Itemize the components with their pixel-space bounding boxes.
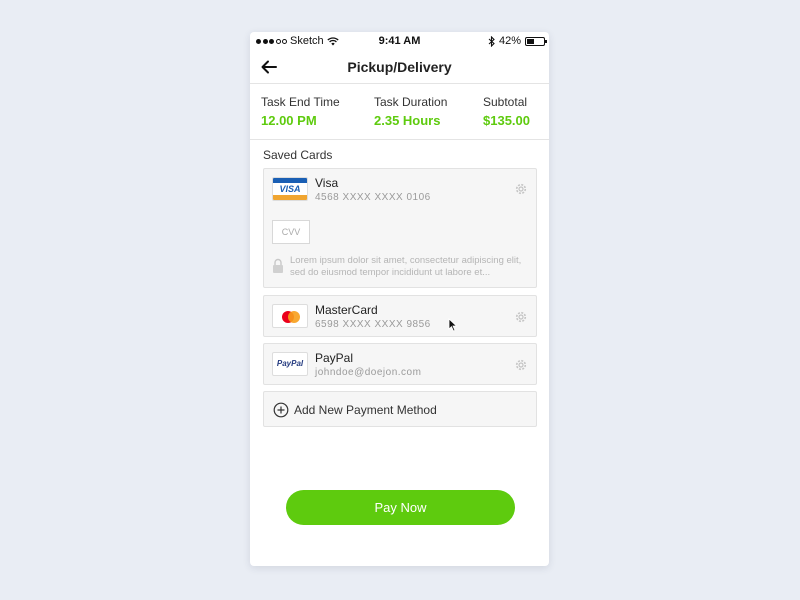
summary-label: Task End Time (261, 95, 340, 109)
order-summary: Task End Time 12.00 PM Task Duration 2.3… (250, 84, 549, 140)
cvv-input[interactable]: CVV (272, 220, 310, 244)
card-mastercard[interactable]: MasterCard 6598 XXXX XXXX 9856 (263, 295, 537, 337)
visa-logo-top-stripe (273, 178, 307, 183)
visa-logo-text: VISA (279, 184, 301, 194)
lock-icon (273, 258, 283, 273)
gear-icon[interactable] (514, 310, 528, 324)
gear-icon[interactable] (514, 358, 528, 372)
add-payment-method-button[interactable]: Add New Payment Method (263, 391, 537, 427)
saved-cards-title: Saved Cards (263, 148, 333, 162)
nav-bar: Pickup/Delivery (250, 50, 549, 84)
battery-icon (525, 36, 547, 46)
card-number: 4568 XXXX XXXX 0106 (315, 192, 431, 203)
card-visa[interactable]: VISA Visa 4568 XXXX XXXX 0106 CVV Lorem … (263, 168, 537, 288)
status-bar: Sketch 9:41 AM 42% (250, 32, 549, 50)
summary-subtotal: Subtotal $135.00 (483, 95, 530, 128)
battery-percent: 42% (498, 35, 521, 47)
summary-value: 12.00 PM (261, 113, 317, 128)
paypal-logo-text: PayPal (276, 359, 304, 368)
mouse-cursor-icon (448, 318, 458, 332)
card-name: PayPal (315, 351, 354, 365)
summary-label: Task Duration (374, 95, 448, 109)
plus-circle-icon (273, 402, 289, 418)
mastercard-logo (272, 304, 308, 328)
card-name: Visa (315, 176, 339, 190)
card-email: johndoe@doejon.com (315, 367, 422, 378)
card-name: MasterCard (315, 303, 378, 317)
page-title: Pickup/Delivery (347, 59, 452, 75)
summary-value: 2.35 Hours (374, 113, 441, 128)
add-payment-method-label: Add New Payment Method (294, 403, 437, 417)
summary-value: $135.00 (483, 113, 530, 128)
mastercard-circles (282, 311, 300, 323)
paypal-logo: PayPal (272, 352, 308, 376)
summary-duration: Task Duration 2.35 Hours (374, 95, 447, 128)
status-right: 42% (488, 35, 547, 47)
card-number: 6598 XXXX XXXX 9856 (315, 319, 431, 330)
phone-screen: Sketch 9:41 AM 42% Pickup/Delivery Task … (250, 32, 549, 566)
visa-logo-bottom-stripe (273, 195, 307, 200)
gear-icon[interactable] (514, 182, 528, 196)
card-paypal[interactable]: PayPal PayPal johndoe@doejon.com (263, 343, 537, 385)
summary-label: Subtotal (483, 95, 528, 109)
visa-logo: VISA (272, 177, 308, 201)
card-security-note: Lorem ipsum dolor sit amet, consectetur … (290, 255, 522, 278)
bluetooth-icon (488, 35, 495, 47)
pay-now-button[interactable]: Pay Now (286, 490, 515, 525)
summary-end-time: Task End Time 12.00 PM (261, 95, 340, 128)
